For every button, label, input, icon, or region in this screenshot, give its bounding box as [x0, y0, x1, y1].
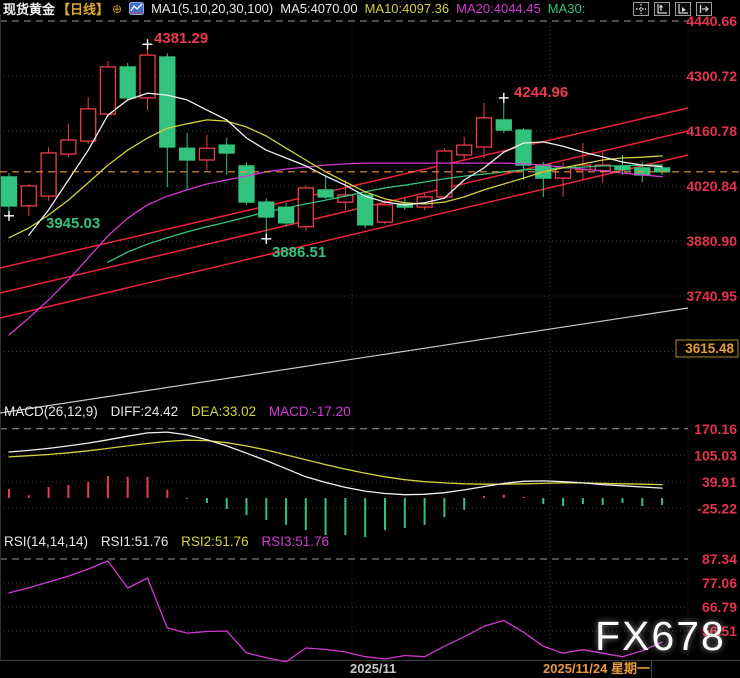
- add-indicator-icon[interactable]: ⊕: [112, 2, 122, 16]
- symbol-title: 现货黄金: [3, 2, 56, 17]
- y-axis-label: 4300.72: [686, 68, 737, 84]
- ma-group-label: MA1(5,10,20,30,100): [151, 1, 274, 16]
- chart-toolbar: [633, 1, 712, 16]
- candle: [99, 66, 117, 115]
- ma20-value: MA20:4044.45: [456, 1, 541, 16]
- low-annotation: 3886.51: [272, 244, 326, 261]
- candles-layer: [0, 44, 671, 239]
- candle: [456, 144, 473, 156]
- ma10-value: MA10:4097.36: [364, 1, 450, 16]
- candle: [475, 117, 493, 148]
- period-label[interactable]: 【日线】: [57, 0, 109, 18]
- crosshair-move-icon[interactable]: [633, 1, 649, 16]
- candle: [218, 144, 235, 154]
- x-axis-label: 2025/11/24 星期一: [543, 661, 650, 676]
- macd-title: MACD(26,12,9): [4, 404, 98, 419]
- y-axis-label: 4160.78: [686, 123, 737, 139]
- candle: [317, 189, 334, 198]
- trading-chart-app: 4381.29 4244.96 3945.03 3886.51 4440.66 4300.…: [0, 0, 740, 678]
- macd-dea-value: DEA:33.02: [190, 404, 257, 419]
- macd-diff-value: DIFF:24.42: [110, 404, 179, 419]
- macd-macd-value: MACD:-17.20: [268, 404, 351, 419]
- trendline: [0, 107, 689, 269]
- rsi-axis-label: 77.06: [702, 575, 737, 591]
- x-axis-scale-icon[interactable]: [675, 1, 691, 16]
- candle: [357, 194, 374, 226]
- rsi3-value: RSI3:51.76: [261, 534, 329, 549]
- candle: [515, 129, 532, 166]
- candle: [80, 108, 97, 142]
- ma20-line: [8, 162, 663, 336]
- candle: [0, 176, 18, 207]
- high-annotation: 4244.96: [514, 84, 568, 101]
- rsi-line: [8, 560, 663, 663]
- candle: [614, 166, 631, 171]
- boxed-axis-label: 3615.48: [685, 341, 734, 356]
- candle: [297, 187, 314, 228]
- y-axis-label: 3740.95: [686, 288, 737, 304]
- chart-header: 现货黄金 【日线】 ⊕ MA1(5,10,20,30,100) MA5:4070…: [0, 0, 740, 17]
- rsi1-value: RSI1:51.76: [100, 534, 169, 549]
- ma5-value: MA5:4070.00: [280, 1, 358, 16]
- candle: [495, 119, 512, 131]
- rsi-title: RSI(14,14,14): [4, 534, 89, 549]
- candle: [436, 150, 453, 198]
- line-chart-icon[interactable]: [129, 2, 145, 15]
- low-annotation: 3945.03: [46, 215, 100, 232]
- rsi-axis-label: 87.34: [702, 551, 737, 567]
- trendline: [0, 307, 689, 414]
- macd-axis-label: -25.22: [697, 500, 737, 516]
- trendline: [0, 154, 689, 319]
- macd-axis-label: 170.16: [694, 421, 737, 437]
- ma30-value: MA30:: [547, 1, 586, 16]
- macd-axis-label: 39.91: [702, 474, 737, 490]
- x-axis-label: 2025/11: [350, 661, 396, 676]
- chart-canvas[interactable]: 4381.294244.963945.033886.514440.664300.…: [0, 0, 740, 678]
- candle: [60, 139, 77, 155]
- watermark: FX678: [595, 613, 726, 659]
- candle: [258, 201, 275, 218]
- y-axis-label: 4020.84: [686, 178, 737, 194]
- macd-axis-label: 105.03: [694, 447, 737, 463]
- y-axis-scale-icon[interactable]: [654, 1, 670, 16]
- candle: [20, 185, 37, 207]
- rsi2-value: RSI2:51.76: [181, 534, 249, 549]
- trendline: [0, 130, 689, 294]
- rsi-panel-title: RSI(14,14,14) RSI1:51.76 RSI2:51.76 RSI3…: [4, 534, 338, 549]
- candle: [40, 152, 57, 197]
- candle: [376, 204, 394, 223]
- candle: [119, 66, 136, 99]
- ma10-line: [8, 119, 663, 239]
- macd-panel-title: MACD(26,12,9) DIFF:24.42 DEA:33.02 MACD:…: [4, 404, 360, 419]
- y-axis-label: 3880.90: [686, 233, 737, 249]
- pan-right-icon[interactable]: [696, 1, 712, 16]
- candle: [159, 56, 176, 148]
- candle: [198, 147, 216, 161]
- candle: [178, 147, 196, 161]
- candle: [139, 54, 156, 99]
- high-annotation: 4381.29: [154, 30, 208, 47]
